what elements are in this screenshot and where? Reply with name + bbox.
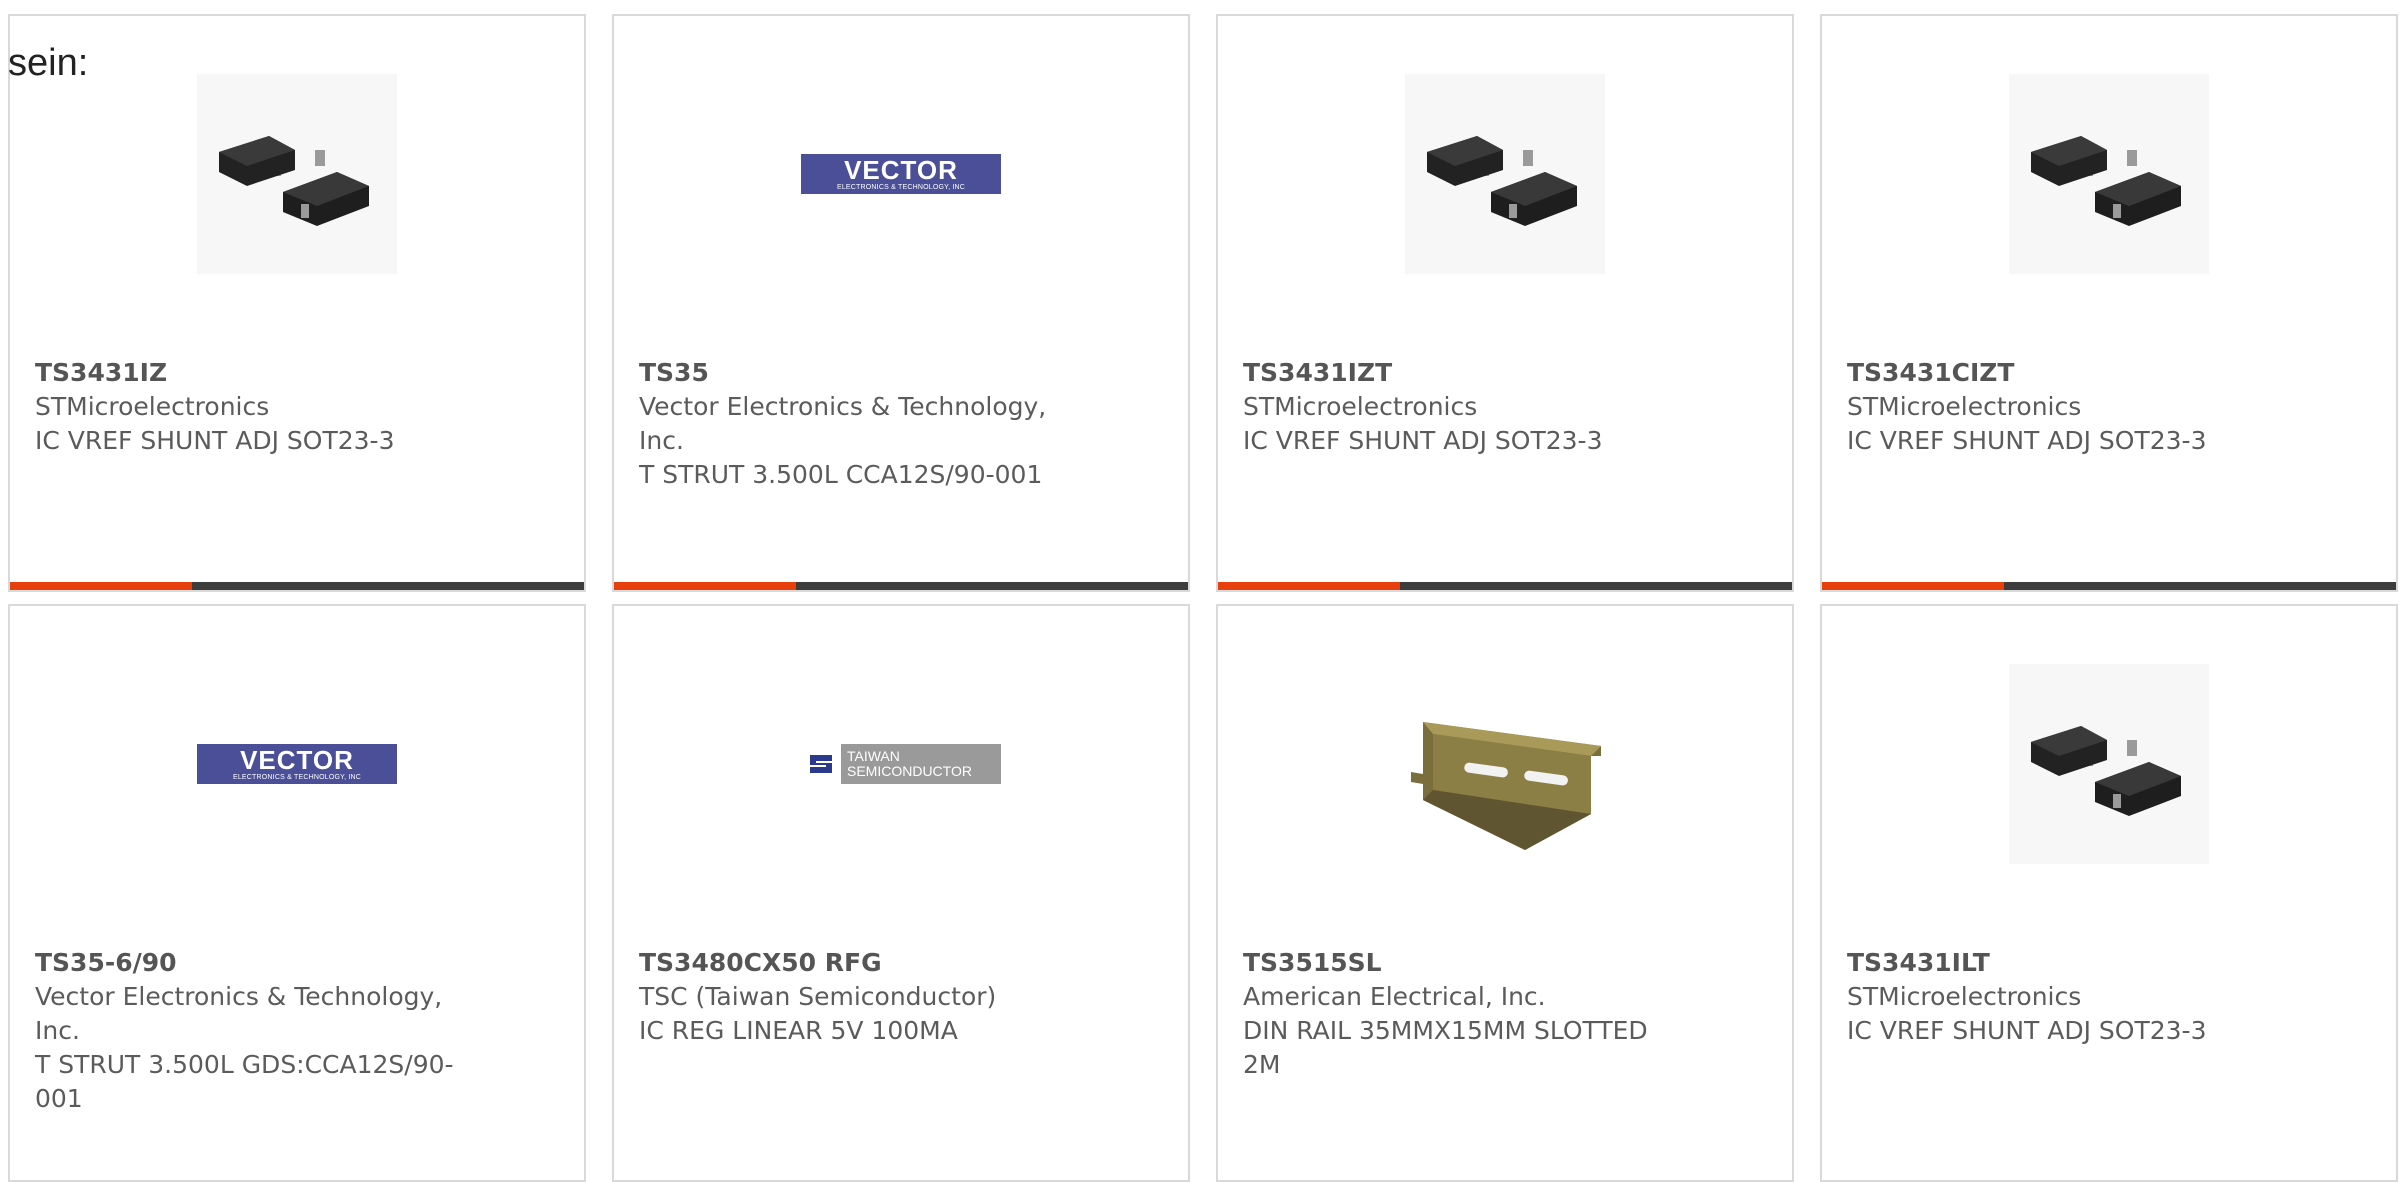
manufacturer: STMicroelectronics: [35, 392, 270, 421]
product-image[interactable]: VECTOR ELECTRONICS & TECHNOLOGY, INC: [10, 664, 584, 864]
part-number[interactable]: TS3515SL: [1243, 946, 1683, 980]
product-image[interactable]: [10, 74, 584, 274]
description: T STRUT 3.500L GDS:CCA12S/90-001: [35, 1050, 454, 1113]
product-card[interactable]: TS3515SL American Electrical, Inc. DIN R…: [1216, 604, 1794, 1182]
tsc-logo: TAIWAN SEMICONDUCTOR: [801, 744, 1001, 784]
intro-text: sein:: [8, 42, 89, 84]
card-bar: [1822, 582, 2396, 590]
product-image[interactable]: TAIWAN SEMICONDUCTOR: [614, 664, 1188, 864]
description: IC REG LINEAR 5V 100MA: [639, 1016, 958, 1045]
product-image[interactable]: [1822, 74, 2396, 274]
product-image[interactable]: [1218, 664, 1792, 864]
sot23-chip-icon: [1405, 74, 1605, 274]
product-card[interactable]: TS3431ILT STMicroelectronics IC VREF SHU…: [1820, 604, 2398, 1182]
card-bar: [10, 582, 584, 590]
vector-logo: VECTOR ELECTRONICS & TECHNOLOGY, INC: [197, 744, 397, 784]
product-image[interactable]: [1218, 74, 1792, 274]
product-card[interactable]: TAIWAN SEMICONDUCTOR TS3480CX50 RFG TSC …: [612, 604, 1190, 1182]
sot23-chip-icon: [197, 74, 397, 274]
part-number[interactable]: TS3431ILT: [1847, 946, 2287, 980]
part-number[interactable]: TS3431IZ: [35, 356, 475, 390]
part-number[interactable]: TS3480CX50 RFG: [639, 946, 1079, 980]
manufacturer: American Electrical, Inc.: [1243, 982, 1546, 1011]
product-card[interactable]: VECTOR ELECTRONICS & TECHNOLOGY, INC TS3…: [612, 14, 1190, 592]
part-number[interactable]: TS3431CIZT: [1847, 356, 2287, 390]
product-card[interactable]: VECTOR ELECTRONICS & TECHNOLOGY, INC TS3…: [8, 604, 586, 1182]
tsc-logo-line2: SEMICONDUCTOR: [847, 763, 972, 779]
description: T STRUT 3.500L CCA12S/90-001: [639, 460, 1043, 489]
description: DIN RAIL 35MMX15MM SLOTTED 2M: [1243, 1016, 1648, 1079]
part-number[interactable]: TS3431IZT: [1243, 356, 1683, 390]
description: IC VREF SHUNT ADJ SOT23-3: [1243, 426, 1603, 455]
vector-logo-sub: ELECTRONICS & TECHNOLOGY, INC: [836, 183, 966, 191]
product-image[interactable]: VECTOR ELECTRONICS & TECHNOLOGY, INC: [614, 74, 1188, 274]
vector-logo-name: VECTOR: [844, 154, 958, 185]
vector-logo-name: VECTOR: [240, 744, 354, 775]
tsc-mark-icon: [801, 744, 841, 784]
description: IC VREF SHUNT ADJ SOT23-3: [1847, 1016, 2207, 1045]
product-card[interactable]: TS3431IZT STMicroelectronics IC VREF SHU…: [1216, 14, 1794, 592]
vector-logo-sub: ELECTRONICS & TECHNOLOGY, INC: [232, 773, 362, 781]
tsc-logo-line1: TAIWAN: [847, 748, 900, 764]
vector-logo: VECTOR ELECTRONICS & TECHNOLOGY, INC: [801, 154, 1001, 194]
card-bar-accent: [10, 582, 192, 590]
sot23-chip-icon: [2009, 74, 2209, 274]
card-bar: [1218, 582, 1792, 590]
manufacturer: Vector Electronics & Technology, Inc.: [639, 392, 1047, 455]
manufacturer: STMicroelectronics: [1847, 982, 2082, 1011]
part-number[interactable]: TS35: [639, 356, 1079, 390]
description: IC VREF SHUNT ADJ SOT23-3: [1847, 426, 2207, 455]
card-bar: [614, 582, 1188, 590]
description: IC VREF SHUNT ADJ SOT23-3: [35, 426, 395, 455]
din-rail-icon: [1405, 664, 1605, 864]
product-card[interactable]: TS3431CIZT STMicroelectronics IC VREF SH…: [1820, 14, 2398, 592]
card-bar-accent: [1218, 582, 1400, 590]
card-bar-accent: [614, 582, 796, 590]
product-image[interactable]: [1822, 664, 2396, 864]
sot23-chip-icon: [2009, 664, 2209, 864]
manufacturer: STMicroelectronics: [1243, 392, 1478, 421]
card-bar-accent: [1822, 582, 2004, 590]
manufacturer: Vector Electronics & Technology, Inc.: [35, 982, 443, 1045]
product-card[interactable]: TS3431IZ STMicroelectronics IC VREF SHUN…: [8, 14, 586, 592]
manufacturer: TSC (Taiwan Semiconductor): [639, 982, 997, 1011]
part-number[interactable]: TS35-6/90: [35, 946, 475, 980]
manufacturer: STMicroelectronics: [1847, 392, 2082, 421]
